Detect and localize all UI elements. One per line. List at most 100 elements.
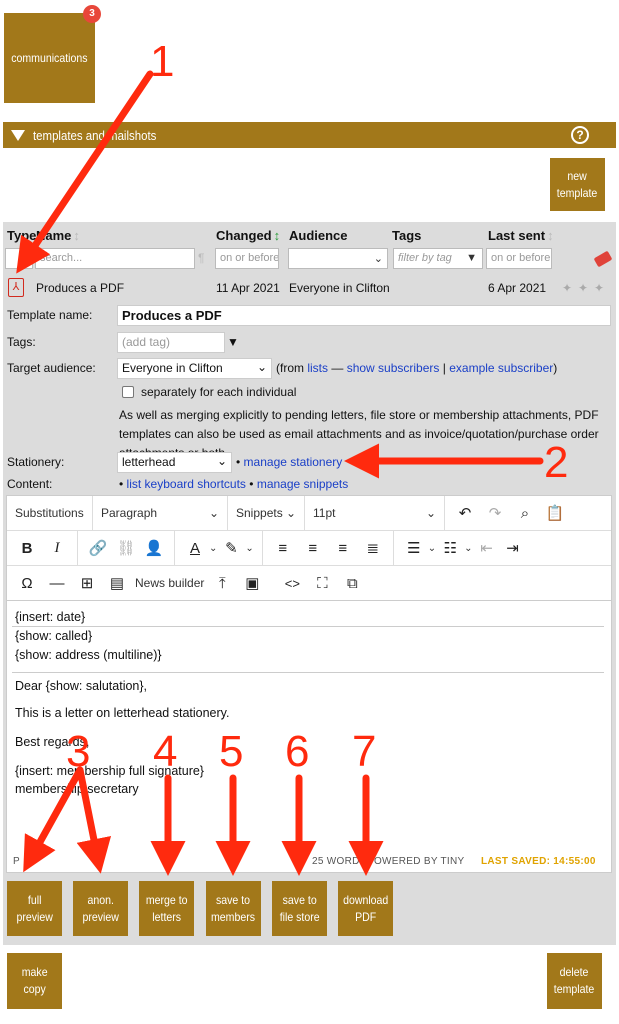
font-size-label: 11pt [313,506,336,520]
indent-icon[interactable]: ⇥ [501,536,525,560]
italic-icon[interactable]: I [45,536,69,560]
snippets-menu[interactable]: Snippets ⌄ [228,496,305,530]
external-help-icon[interactable]: ⧉ [340,571,364,595]
save-to-members-button[interactable]: save to members [206,881,261,936]
link-icon[interactable]: 🔗 [86,536,110,560]
font-size-select[interactable]: 11pt ⌄ [305,496,445,530]
horizontal-line-icon[interactable]: — [45,571,69,595]
source-code-icon[interactable]: <> [280,571,304,595]
make-copy-button[interactable]: make copy [7,953,62,1009]
tags-input[interactable]: (add tag) [117,332,225,353]
new-template-label: new template [557,168,598,200]
outdent-icon[interactable]: ⇤ [475,536,499,560]
show-subscribers-link[interactable]: show subscribers [347,361,440,375]
full-preview-button[interactable]: full preview [7,881,62,936]
editor-toolbar-3: Ω — ⊞ ▤ News builder ⤒ ▣ <> ⛶ ⧉ [7,566,611,601]
align-center-icon[interactable]: ≡ [301,536,325,560]
annotation-number-3: 3 [66,727,91,776]
paragraph-select[interactable]: Paragraph ⌄ [93,496,228,530]
anchor-person-icon[interactable]: 👤 [142,536,166,560]
manage-stationery-link[interactable]: manage stationery [244,455,343,469]
changed-filter-input[interactable]: on or before... [215,248,279,269]
pin-icon[interactable]: ✦ [562,281,572,295]
help-icon[interactable]: ? [571,126,589,144]
last-sent-filter-input[interactable]: on or before... [486,248,552,269]
content-links: • list keyboard shortcuts • manage snipp… [119,477,348,491]
news-builder-label[interactable]: News builder [135,576,204,590]
paragraph-icon: ¶ [198,251,205,265]
chevron-down-icon[interactable]: ⌄ [209,543,217,554]
manage-snippets-link[interactable]: manage snippets [257,477,348,491]
separately-checkbox[interactable] [122,386,134,398]
unlink-icon[interactable]: ⛓ [114,536,138,560]
search-icon[interactable]: ⌕ [513,501,537,525]
dash-text: — [331,361,344,375]
tags-label: Tags: [7,335,36,349]
undo-icon[interactable]: ↶ [453,501,477,525]
stationery-value: letterhead [122,455,176,469]
chevron-down-icon: ⌄ [285,506,296,520]
redo-icon[interactable]: ↷ [483,501,507,525]
bullet: • [236,455,241,469]
lists-link[interactable]: lists [307,361,328,375]
stationery-select[interactable]: letterhead ⌄ [117,452,232,473]
news-builder-icon[interactable]: ▤ [105,571,129,595]
audience-filter-select[interactable]: ⌄ [288,248,388,269]
save-to-file-store-button[interactable]: save to file store [272,881,327,936]
paste-text-icon[interactable]: 📋 [543,501,567,525]
template-name-input[interactable]: Produces a PDF [117,305,611,326]
align-right-icon[interactable]: ≡ [331,536,355,560]
highlight-icon[interactable]: ✎ [219,536,243,560]
bullet-list-icon[interactable]: ☰ [402,536,426,560]
align-group: ≡ ≡ ≡ ≣ [263,531,394,565]
tags-placeholder: (add tag) [122,335,171,349]
substitutions-menu[interactable]: Substitutions [7,496,93,530]
col-audience-header[interactable]: Audience [289,228,348,243]
annotation-number-4: 4 [153,727,178,776]
example-subscriber-link[interactable]: example subscriber [449,361,553,375]
align-left-icon[interactable]: ≡ [271,536,295,560]
col-changed-label: Changed [216,228,272,243]
from-text: (from [276,361,304,375]
section-header[interactable]: templates and mailshots [3,122,616,148]
text-color-icon[interactable]: A [183,536,207,560]
powered-by[interactable]: POWERED BY TINY [367,856,464,867]
pin-icon[interactable]: ✦ [594,281,604,295]
image-icon[interactable]: ▣ [240,571,264,595]
content-label: Content: [7,477,53,491]
insert-icon[interactable]: ⤒ [210,571,234,595]
content-divider [12,672,604,673]
pin-icon[interactable]: ✦ [578,281,588,295]
delete-template-button[interactable]: delete template [547,953,602,1009]
fullscreen-icon[interactable]: ⛶ [310,571,334,595]
anon-preview-button[interactable]: anon. preview [73,881,128,936]
download-pdf-button[interactable]: download PDF [338,881,393,936]
caret-down-icon[interactable]: ▼ [227,335,239,349]
changed-filter-placeholder: on or before... [220,252,279,264]
bold-icon[interactable]: B [15,536,39,560]
table-icon[interactable]: ⊞ [75,571,99,595]
target-audience-select[interactable]: Everyone in Clifton ⌄ [117,358,272,379]
insert-group: Ω — ⊞ ▤ News builder ⤒ ▣ [7,566,272,600]
keyboard-shortcuts-link[interactable]: list keyboard shortcuts [127,477,246,491]
col-type-header[interactable]: Type [7,228,36,243]
col-last-sent-header[interactable]: Last sent ↕ [488,228,554,243]
chevron-down-icon[interactable]: ⌄ [464,543,472,554]
tags-filter-select[interactable]: filter by tag ▼ [393,248,483,269]
communications-button[interactable]: communications [4,13,95,103]
col-tags-header[interactable]: Tags [392,228,421,243]
special-char-icon[interactable]: Ω [15,571,39,595]
target-audience-label: Target audience: [7,361,96,375]
chevron-down-icon[interactable]: ⌄ [428,543,436,554]
editor-line: {show: called} [15,629,93,643]
chevron-down-icon[interactable]: ⌄ [245,543,253,554]
numbered-list-icon[interactable]: ☷ [438,536,462,560]
align-justify-icon[interactable]: ≣ [361,536,385,560]
col-changed-header[interactable]: Changed ↕ [216,228,280,243]
type-filter[interactable] [5,248,33,269]
merge-to-letters-button[interactable]: merge to letters [139,881,194,936]
name-search-input[interactable]: search... [35,248,195,269]
new-template-button[interactable]: new template [550,158,605,211]
row-last-sent: 6 Apr 2021 [488,281,547,295]
col-name-header[interactable]: Name ↕ [36,228,80,243]
